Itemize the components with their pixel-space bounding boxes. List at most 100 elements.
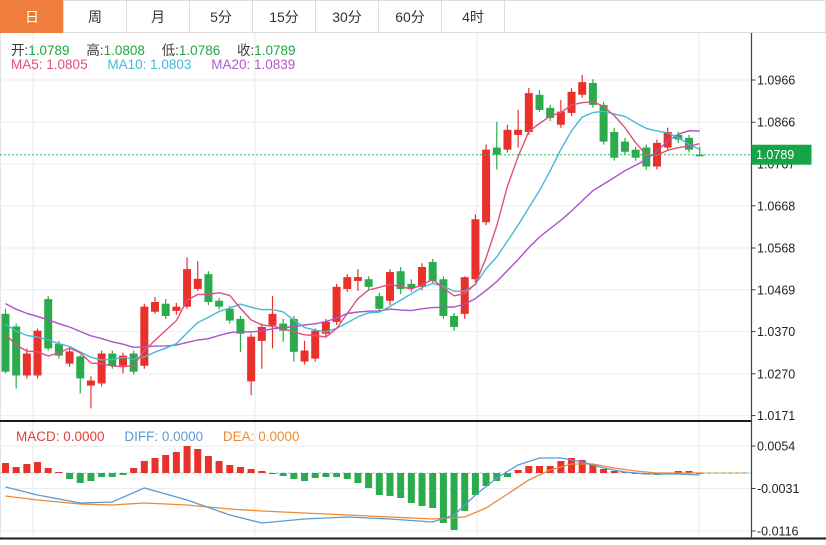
low-label: 低: <box>162 43 179 58</box>
candle-body <box>429 262 437 281</box>
candle-body <box>215 301 223 307</box>
diff-value-readout: DIFF: 0.0000 <box>124 429 203 444</box>
macd-bar <box>344 473 351 479</box>
macd-bar <box>205 456 212 473</box>
macd-bar <box>386 473 393 496</box>
ma5-readout: MA5: 1.0805 <box>11 57 88 72</box>
price-tick-label: 1.0568 <box>757 242 795 256</box>
candle-body <box>386 272 394 301</box>
tabbar-filler <box>504 0 826 33</box>
candle-body <box>204 274 212 302</box>
macd-bar <box>34 462 41 473</box>
candle-body <box>343 277 351 289</box>
macd-bar <box>77 473 84 483</box>
candle-body <box>76 356 84 378</box>
macd-bar <box>515 470 522 473</box>
candle-body <box>98 354 106 384</box>
macd-bar <box>600 469 607 473</box>
price-tick-label: 1.0171 <box>757 409 795 423</box>
macd-tick-label: -0.0031 <box>757 482 799 496</box>
macd-bar <box>333 473 340 477</box>
candle-body <box>2 314 10 372</box>
timeframe-tabbar: 日 周 月 5分 15分 30分 60分 4时 <box>0 0 826 33</box>
candle-body <box>354 277 362 281</box>
macd-bar <box>419 473 426 506</box>
candle-body <box>482 150 490 223</box>
high-value: 1.0808 <box>104 43 145 58</box>
tab-day[interactable]: 日 <box>0 0 64 33</box>
price-tick-label: 1.0966 <box>757 74 795 88</box>
candles-layer <box>2 75 704 408</box>
macd-bar <box>269 473 276 474</box>
macd-bar <box>472 473 479 495</box>
macd-bar <box>109 473 116 477</box>
candle-body <box>172 307 180 311</box>
tab-5min[interactable]: 5分 <box>189 0 253 33</box>
open-value: 1.0789 <box>28 43 69 58</box>
open-label: 开: <box>11 43 28 58</box>
macd-bar <box>301 473 308 481</box>
candle-body <box>365 279 373 287</box>
tab-4hour[interactable]: 4时 <box>441 0 505 33</box>
macd-bar <box>66 473 73 479</box>
macd-bar <box>98 473 105 477</box>
ma20-line <box>6 131 700 348</box>
macd-bar <box>226 465 233 473</box>
candle-body <box>514 130 522 135</box>
chart-canvas: 1.09661.08661.07671.06681.05681.04691.03… <box>0 0 826 545</box>
tab-15min[interactable]: 15分 <box>252 0 316 33</box>
macd-bar <box>280 473 287 476</box>
candle-body <box>247 337 255 382</box>
macd-bar <box>141 461 148 473</box>
ma20-readout: MA20: 1.0839 <box>211 57 295 72</box>
macd-bar <box>184 446 191 473</box>
candle-body <box>269 314 277 326</box>
candle-body <box>226 309 234 321</box>
macd-bar <box>216 461 223 473</box>
macd-bar <box>248 469 255 473</box>
macd-bar <box>525 466 532 473</box>
macd-bar <box>194 449 201 473</box>
macd-bar <box>365 473 372 488</box>
ma5-line <box>6 102 700 367</box>
price-tick-label: 1.0270 <box>757 367 795 381</box>
ohlc-readout: 开:1.0789 高:1.0808 低:1.0786 收:1.0789 <box>11 39 309 59</box>
candle-body <box>375 296 383 309</box>
candle-body <box>525 93 533 132</box>
price-tick-label: 1.0469 <box>757 283 795 297</box>
macd-bar <box>45 468 52 473</box>
candle-body <box>632 150 640 158</box>
candle-body <box>536 95 544 110</box>
price-tick-label: 1.0370 <box>757 325 795 339</box>
macd-bar <box>23 464 30 473</box>
candle-body <box>194 279 202 289</box>
candle-body <box>301 351 309 362</box>
gridlines <box>0 33 752 539</box>
candle-body <box>258 327 266 341</box>
macd-readout: MACD: 0.0000 DIFF: 0.0000 DEA: 0.0000 <box>16 429 315 444</box>
macd-tick-label: -0.0116 <box>757 525 799 539</box>
tab-60min[interactable]: 60分 <box>378 0 442 33</box>
macd-bar <box>440 473 447 523</box>
candle-body <box>578 82 586 95</box>
ma10-readout: MA10: 1.0803 <box>107 57 191 72</box>
macd-bar <box>611 471 618 473</box>
tab-week[interactable]: 周 <box>63 0 127 33</box>
tab-30min[interactable]: 30分 <box>315 0 379 33</box>
price-tick-label: 1.0668 <box>757 199 795 213</box>
candle-body <box>290 319 298 352</box>
ma10-line <box>6 111 700 360</box>
current-price-badge-label: 1.0789 <box>756 148 794 162</box>
candle-body <box>621 142 629 152</box>
candle-body <box>493 148 501 155</box>
candlestick-chart-app: 1.09661.08661.07671.06681.05681.04691.03… <box>0 0 826 545</box>
dea-value-readout: DEA: 0.0000 <box>223 429 300 444</box>
candle-body <box>439 279 447 316</box>
macd-bar <box>237 467 244 473</box>
macd-bar <box>429 473 436 508</box>
low-value: 1.0786 <box>179 43 220 58</box>
macd-bar <box>354 473 361 483</box>
macd-bar <box>87 473 94 481</box>
tab-month[interactable]: 月 <box>126 0 190 33</box>
macd-bar <box>290 473 297 479</box>
